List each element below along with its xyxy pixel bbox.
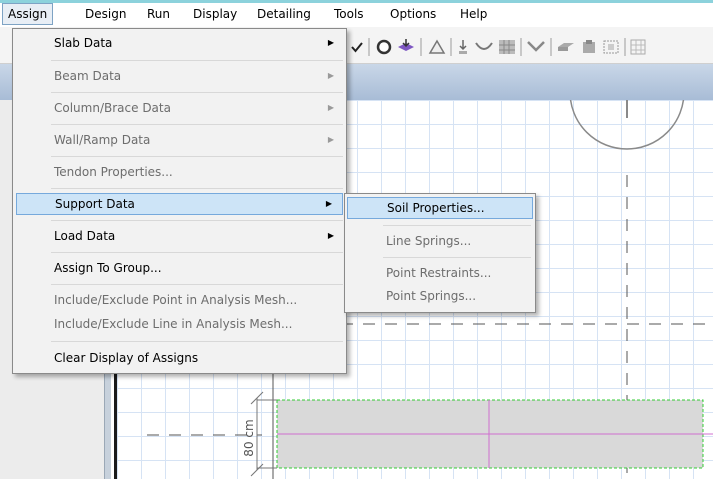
submenu-item-point-springs[interactable]: Point Springs... xyxy=(347,285,533,307)
select-box-icon[interactable] xyxy=(602,39,620,55)
menu-separator xyxy=(51,60,343,61)
toolbar-separator xyxy=(624,38,626,56)
menu-item-label: Wall/Ramp Data xyxy=(54,133,151,147)
menu-item-label: Tendon Properties... xyxy=(54,165,173,179)
column-icon[interactable] xyxy=(580,39,598,55)
menu-separator xyxy=(51,284,343,285)
menu-separator xyxy=(51,252,343,253)
menu-separator xyxy=(51,220,343,221)
menu-item-column-brace-data[interactable]: Column/Brace Data ▶ xyxy=(41,97,344,119)
menu-item-label: Beam Data xyxy=(54,69,122,83)
menu-item-label: Load Data xyxy=(54,229,116,243)
toolbar-separator xyxy=(520,38,522,56)
menu-item-support-data[interactable]: Support Data ▶ xyxy=(16,193,343,215)
submenu-arrow-icon: ▶ xyxy=(327,38,334,47)
menu-item-label: Assign To Group... xyxy=(54,261,162,275)
load-arrow-icon[interactable] xyxy=(396,39,416,55)
dimension-label: 80 cm xyxy=(242,419,256,456)
support-data-submenu: Soil Properties... Line Springs... Point… xyxy=(344,193,536,313)
menu-separator xyxy=(51,188,343,189)
menu-separator xyxy=(51,92,343,93)
toolbar-separator xyxy=(368,38,370,56)
check-icon[interactable] xyxy=(350,39,364,55)
circle-icon[interactable] xyxy=(376,39,392,55)
mesh-icon[interactable] xyxy=(498,39,516,55)
submenu-item-line-springs[interactable]: Line Springs... xyxy=(347,230,533,252)
menu-item-label: Support Data xyxy=(55,197,135,211)
toolbar-separator xyxy=(550,38,552,56)
shell-icon[interactable] xyxy=(526,39,546,55)
triangle-icon[interactable] xyxy=(428,39,446,55)
menu-help[interactable]: Help xyxy=(455,3,492,25)
submenu-arrow-icon: ▶ xyxy=(325,199,332,208)
menu-display[interactable]: Display xyxy=(188,3,242,25)
menu-item-include-exclude-point[interactable]: Include/Exclude Point in Analysis Mesh..… xyxy=(41,289,344,311)
menu-separator xyxy=(51,156,343,157)
menu-tools[interactable]: Tools xyxy=(329,3,369,25)
menu-run[interactable]: Run xyxy=(142,3,175,25)
grid-icon[interactable] xyxy=(630,39,646,55)
beam-icon[interactable] xyxy=(556,39,576,55)
submenu-arrow-icon: ▶ xyxy=(327,71,334,80)
menu-assign[interactable]: Assign xyxy=(2,3,54,25)
menu-options[interactable]: Options xyxy=(385,3,441,25)
submenu-arrow-icon: ▶ xyxy=(327,231,334,240)
spring-icon[interactable] xyxy=(474,39,494,55)
toolbar-separator xyxy=(450,38,452,56)
menu-item-label: Include/Exclude Line in Analysis Mesh... xyxy=(54,317,293,331)
menu-separator xyxy=(383,257,531,258)
menu-item-beam-data[interactable]: Beam Data ▶ xyxy=(41,65,344,87)
menu-item-load-data[interactable]: Load Data ▶ xyxy=(41,225,344,247)
assign-menu: Slab Data ▶ Beam Data ▶ Column/Brace Dat… xyxy=(12,28,347,374)
submenu-item-soil-properties[interactable]: Soil Properties... xyxy=(347,197,533,219)
menu-separator xyxy=(51,341,343,342)
menu-item-label: Include/Exclude Point in Analysis Mesh..… xyxy=(54,293,298,307)
menu-item-wall-ramp-data[interactable]: Wall/Ramp Data ▶ xyxy=(41,129,344,151)
menu-detailing[interactable]: Detailing xyxy=(252,3,316,25)
menu-item-include-exclude-line[interactable]: Include/Exclude Line in Analysis Mesh... xyxy=(41,313,344,335)
menu-item-tendon-properties[interactable]: Tendon Properties... xyxy=(41,161,344,183)
menu-bar: Assign Design Run Display Detailing Tool… xyxy=(0,3,713,27)
submenu-item-point-restraints[interactable]: Point Restraints... xyxy=(347,262,533,284)
menu-separator xyxy=(51,124,343,125)
menu-item-label: Clear Display of Assigns xyxy=(54,351,199,365)
menu-item-label: Column/Brace Data xyxy=(54,101,171,115)
submenu-arrow-icon: ▶ xyxy=(327,135,334,144)
menu-item-label: Slab Data xyxy=(54,36,113,50)
submenu-arrow-icon: ▶ xyxy=(327,103,334,112)
menu-item-clear-display-of-assigns[interactable]: Clear Display of Assigns xyxy=(41,347,344,369)
menu-item-assign-to-group[interactable]: Assign To Group... xyxy=(41,257,344,279)
toolbar-separator xyxy=(420,38,422,56)
point-load-icon[interactable] xyxy=(456,39,470,55)
menu-item-slab-data[interactable]: Slab Data ▶ xyxy=(41,32,344,54)
menu-design[interactable]: Design xyxy=(80,3,131,25)
menu-separator xyxy=(383,225,531,226)
